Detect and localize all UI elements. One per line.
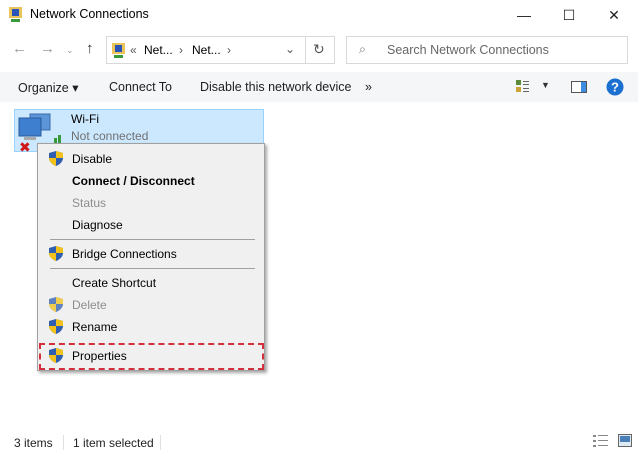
maximize-button[interactable]: ☐ xyxy=(554,4,584,26)
menu-item-status: Status xyxy=(72,196,107,210)
network-connections-icon xyxy=(9,7,22,22)
selection-count: 1 item selected xyxy=(73,436,154,450)
search-input[interactable]: ⌕ Search Network Connections xyxy=(346,36,628,64)
back-button[interactable]: ← xyxy=(12,40,27,57)
preview-pane-icon[interactable] xyxy=(571,81,587,93)
menu-separator xyxy=(50,268,255,269)
view-dropdown-icon[interactable]: ▼ xyxy=(541,80,550,90)
minimize-button[interactable]: — xyxy=(509,4,539,26)
overflow-chevron[interactable]: « xyxy=(130,43,137,57)
menu-item-connect-disconnect[interactable]: Connect / Disconnect xyxy=(72,174,195,188)
context-menu: Disable Connect / Disconnect Status Diag… xyxy=(37,143,265,371)
menu-item-rename[interactable]: Rename xyxy=(72,320,117,334)
close-button[interactable]: ✕ xyxy=(599,4,629,26)
svg-text:?: ? xyxy=(611,80,619,95)
connect-to-button[interactable]: Connect To xyxy=(109,80,172,94)
svg-text:✖: ✖ xyxy=(19,140,31,152)
search-placeholder: Search Network Connections xyxy=(387,43,549,57)
disable-device-button[interactable]: Disable this network device xyxy=(200,80,351,94)
window-title: Network Connections xyxy=(30,7,149,21)
uac-shield-icon xyxy=(49,151,63,166)
breadcrumb-2[interactable]: Net... xyxy=(192,43,221,57)
menu-separator xyxy=(50,239,255,240)
help-icon[interactable]: ? xyxy=(606,78,624,96)
connection-status: Not connected xyxy=(71,129,149,143)
forward-button[interactable]: → xyxy=(40,40,55,57)
uac-shield-icon xyxy=(49,297,63,312)
item-count: 3 items xyxy=(14,436,53,450)
menu-item-diagnose[interactable]: Diagnose xyxy=(72,218,123,232)
address-dropdown-icon[interactable]: ⌄ xyxy=(285,42,295,56)
address-bar[interactable]: « Net... › Net... › ⌄ ↻ xyxy=(106,36,335,64)
organize-button[interactable]: Organize ▾ xyxy=(18,80,78,95)
network-icon xyxy=(112,43,125,58)
uac-shield-icon xyxy=(49,319,63,334)
uac-shield-icon xyxy=(49,246,63,261)
menu-item-create-shortcut[interactable]: Create Shortcut xyxy=(72,276,156,290)
connection-name: Wi-Fi xyxy=(71,112,99,126)
large-icons-view-icon[interactable] xyxy=(618,434,632,447)
breadcrumb-1[interactable]: Net... xyxy=(144,43,173,57)
search-icon: ⌕ xyxy=(359,42,367,56)
up-button[interactable]: ↑ xyxy=(86,40,94,57)
uac-shield-icon xyxy=(49,348,63,363)
change-view-icon[interactable] xyxy=(516,80,530,94)
menu-item-bridge-connections[interactable]: Bridge Connections xyxy=(72,247,177,261)
command-bar: Organize ▾ Connect To Disable this netwo… xyxy=(0,72,638,102)
breadcrumb-separator[interactable]: › xyxy=(227,43,231,57)
details-view-icon[interactable] xyxy=(593,435,609,447)
recent-locations-button[interactable]: ⌄ xyxy=(66,45,74,56)
refresh-icon[interactable]: ↻ xyxy=(313,41,325,58)
menu-item-properties[interactable]: Properties xyxy=(72,349,127,363)
breadcrumb-separator[interactable]: › xyxy=(179,43,183,57)
menu-item-disable[interactable]: Disable xyxy=(72,152,112,166)
menu-item-delete: Delete xyxy=(72,298,107,312)
more-commands-button[interactable]: » xyxy=(365,80,372,94)
